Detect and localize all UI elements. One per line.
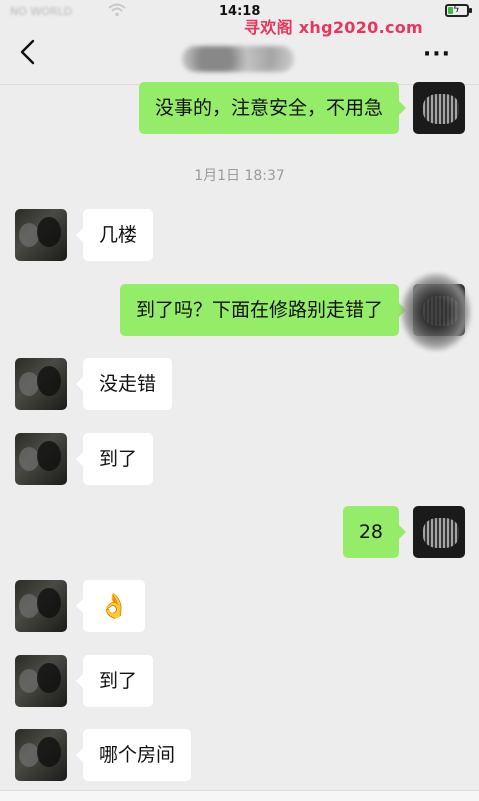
redaction-scribble (400, 272, 472, 352)
message-bubble-outgoing[interactable]: 到了吗？下面在修路别走错了 (119, 284, 407, 336)
contact-avatar[interactable] (15, 729, 67, 781)
contact-avatar[interactable] (15, 580, 67, 632)
message-bubble-incoming[interactable]: 几楼 (75, 209, 154, 261)
message-bubble-outgoing[interactable]: 28 (342, 506, 407, 558)
more-options-button[interactable]: ··· (423, 44, 451, 66)
chat-header: ··· (0, 24, 479, 85)
my-avatar[interactable] (413, 506, 465, 558)
contact-avatar[interactable] (15, 209, 67, 261)
carrier-label: NO WORLD (10, 5, 73, 18)
message-bubble-incoming[interactable]: 没走错 (75, 358, 173, 410)
contact-avatar[interactable] (15, 358, 67, 410)
my-avatar[interactable] (413, 82, 465, 134)
message-bubble-incoming[interactable]: 到了 (75, 433, 154, 485)
chevron-left-icon[interactable] (16, 38, 40, 66)
message-bubble-incoming[interactable]: 哪个房间 (75, 729, 192, 781)
message-list: 没事的，注意安全，不用急 1月1日 18:37 几楼 到了吗？下面在修路别走错了… (0, 82, 479, 800)
message-bubble-incoming[interactable]: 👌 (76, 580, 145, 632)
status-bar: NO WORLD 14:18 ϟ 寻欢阁 xhg2020.com (0, 0, 479, 37)
contact-avatar[interactable] (15, 433, 67, 485)
wifi-icon (108, 3, 126, 17)
timestamp: 1月1日 18:37 (194, 168, 285, 184)
message-bubble-incoming[interactable]: 到了 (75, 655, 154, 707)
contact-avatar[interactable] (15, 655, 67, 707)
message-bubble-outgoing[interactable]: 没事的，注意安全，不用急 (138, 82, 407, 134)
input-bar[interactable] (0, 790, 479, 801)
contact-name-redacted (182, 46, 294, 72)
charging-icon: ϟ (453, 4, 460, 15)
battery-icon: ϟ (445, 4, 472, 17)
